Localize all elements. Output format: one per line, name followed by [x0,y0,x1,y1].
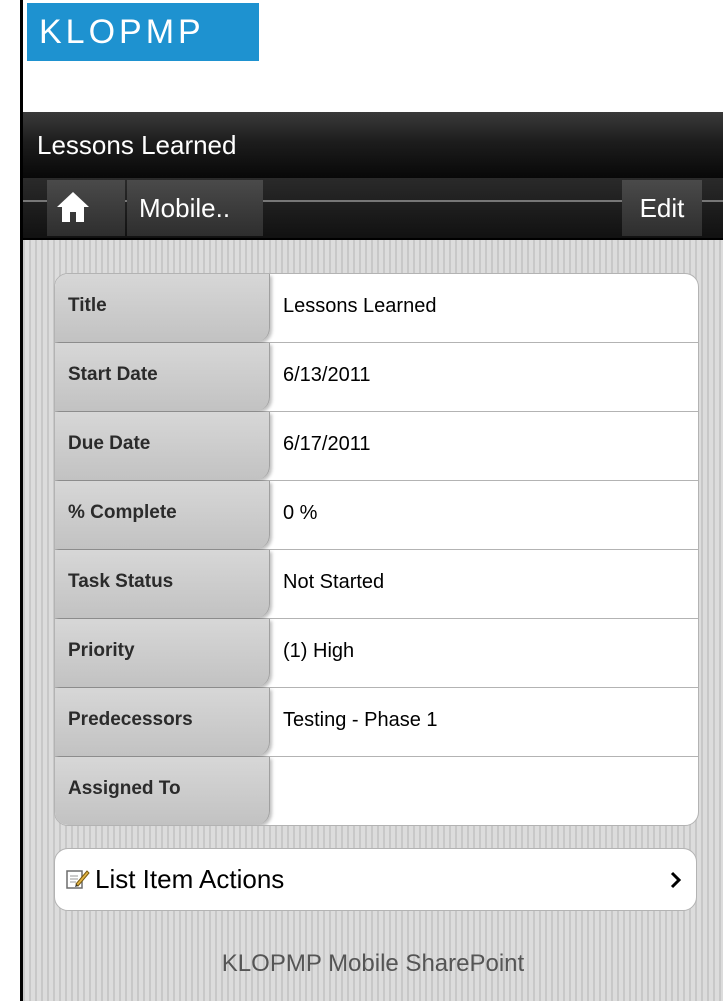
edit-button[interactable]: Edit [622,180,702,236]
detail-row-title: Title Lessons Learned [55,274,698,343]
detail-row-start-date: Start Date 6/13/2011 [55,343,698,412]
item-details: Title Lessons Learned Start Date 6/13/20… [54,273,699,826]
toolbar: Mobile.. Edit [23,178,723,240]
edit-icon [66,870,90,889]
field-label: Priority [55,619,270,687]
field-label: Assigned To [55,757,270,825]
back-button[interactable]: Mobile.. [127,180,263,236]
detail-row-due-date: Due Date 6/17/2011 [55,412,698,481]
footer-text: KLOPMP Mobile SharePoint [221,950,525,977]
field-label: Task Status [55,550,270,618]
field-value: (1) High [283,640,355,662]
title-bar: Lessons Learned [23,112,723,178]
field-label: Start Date [55,343,270,411]
chevron-right-icon [670,871,682,889]
detail-row-predecessors: Predecessors Testing - Phase 1 [55,688,698,757]
logo: KLOPMP [27,3,259,61]
field-value: Testing - Phase 1 [283,709,438,731]
field-value: 0 % [283,502,318,524]
content-area: Title Lessons Learned Start Date 6/13/20… [23,240,723,1001]
field-label: Due Date [55,412,270,480]
field-label: Title [55,274,270,342]
detail-row-assigned-to: Assigned To [55,757,698,825]
detail-row-task-status: Task Status Not Started [55,550,698,619]
left-border [20,0,23,1001]
field-value: 6/17/2011 [283,433,371,455]
list-item-actions-button[interactable]: List Item Actions [54,848,697,911]
field-value: Lessons Learned [283,295,437,317]
list-item-actions-label: List Item Actions [95,864,285,894]
field-value: 6/13/2011 [283,364,371,386]
field-label: Predecessors [55,688,270,756]
field-label: % Complete [55,481,270,549]
home-button[interactable] [47,180,125,236]
page-title: Lessons Learned [37,130,237,160]
home-icon [57,192,89,222]
edit-button-label: Edit [639,193,685,223]
back-button-label: Mobile.. [139,193,231,223]
detail-row-priority: Priority (1) High [55,619,698,688]
detail-row-percent-complete: % Complete 0 % [55,481,698,550]
field-value: Not Started [283,571,385,593]
